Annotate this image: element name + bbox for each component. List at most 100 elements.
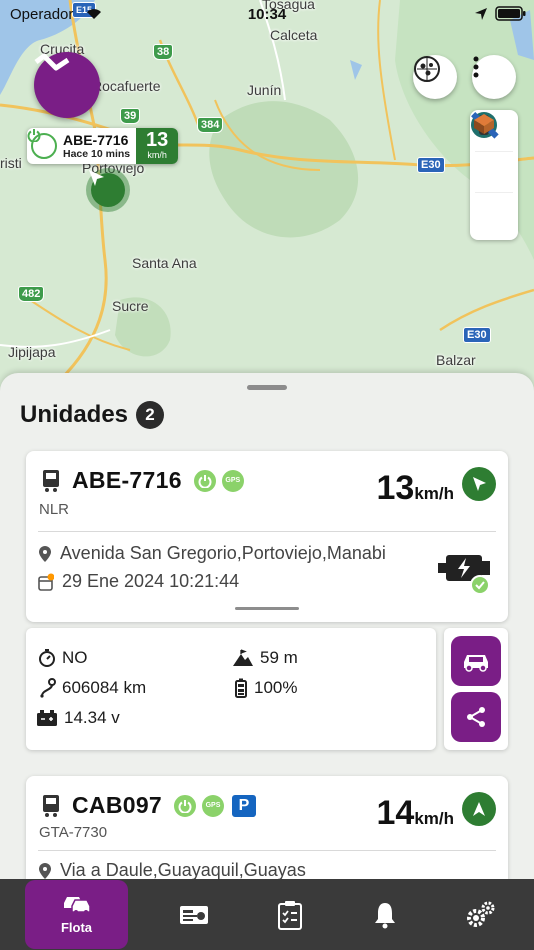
battery-detail: 100% [234,678,297,698]
satellite-layer-button[interactable] [471,112,513,193]
calendar-icon [38,573,54,591]
status-bar: Operador 10:34 [0,0,534,30]
map-place-label: Santa Ana [132,255,197,271]
unit-address: Avenida San Gregorio,Portoviejo,Manabi [60,543,386,563]
map-tag-speed: 13 km/h [136,128,179,164]
unit-plate: CAB097 [72,792,163,818]
ignition-detail: NO [38,648,88,668]
unit-address-row: Via a Daule,Guayaquil,Guayas [38,860,306,881]
divider [38,850,496,851]
map-tag-speed-value: 13 [146,129,169,151]
unit-speed-value: 14 [376,794,415,832]
voltage-value: 14.34 v [64,708,120,727]
unit-details-card: NO 606084 km 14.34 v 59 m 100% [26,628,436,750]
map-layer-panel [470,110,518,240]
car-battery-icon [37,710,57,726]
altitude-value: 59 m [260,648,298,667]
clock: 10:34 [247,6,287,23]
heading-arrow-icon [462,792,496,826]
unit-speed-value: 13 [376,469,415,507]
unit-subtitle: NLR [39,501,70,518]
battery-value: 100% [254,678,298,697]
divider [38,531,496,532]
vehicle-map-marker[interactable] [86,168,130,212]
units-count-badge: 2 [136,401,165,429]
unit-actions [444,628,508,750]
unit-card-header: CAB097 GPS P [40,792,257,819]
sheet-title: Unidades [20,401,129,428]
altitude-detail: 59 m [232,648,298,668]
engine-status-icon [438,555,490,595]
more-options-button[interactable] [472,55,516,99]
map-tag-speed-unit: km/h [147,150,167,160]
map-place-label: Balzar [436,352,476,368]
unit-address: Via a Daule,Guayaquil,Guayas [60,860,306,880]
geofence-button[interactable] [413,55,457,99]
route-shield: E30 [463,327,491,343]
gears-icon [466,901,494,927]
terrain-layer-button[interactable] [474,114,513,234]
brand-logo-button[interactable] [34,52,100,118]
terrain-layers-icon [474,114,494,134]
card-expand-grip[interactable] [235,607,299,610]
unit-speed-unit: km/h [414,484,454,503]
vehicle-map-tag[interactable]: ABE-7716 Hace 10 mins 13 km/h [27,128,179,164]
share-icon [467,707,485,727]
ignition-on-icon [193,469,216,492]
brand-logo-icon [34,53,70,71]
map-place-label: Sucre [112,298,149,314]
clipboard-checklist-icon [277,900,302,930]
odometer-route-icon [40,678,56,698]
location-arrow-icon [475,8,487,20]
stopwatch-icon [39,649,55,667]
fleet-cars-icon [63,897,91,914]
route-shield: 39 [120,108,141,124]
ignition-value: NO [62,648,88,667]
nav-tasks[interactable] [238,879,341,950]
more-vertical-icon [473,56,479,78]
unit-speed: 14km/h [376,794,454,833]
car-icon [464,655,488,672]
heading-arrow-icon [89,170,104,186]
bottom-nav: Flota [0,879,534,950]
nav-reports[interactable] [142,879,245,950]
voltage-detail: 14.34 v [36,708,120,728]
share-button[interactable] [451,692,501,742]
gps-status-icon: GPS [202,794,225,817]
map-place-label: Junín [247,82,282,98]
nav-settings[interactable] [428,879,531,950]
sheet-drag-handle[interactable] [247,385,287,390]
sheet-header: Unidades 2 [20,401,165,429]
map-pin-icon [39,862,51,879]
nav-notifications[interactable] [333,879,436,950]
map-place-label: Jipijapa [8,344,56,360]
gps-status-icon: GPS [221,469,244,492]
truck-icon [43,794,59,817]
nav-fleet[interactable]: Flota [25,880,128,949]
app-screen: Tosagua Crucita Rocafuerte Calceta Junín… [0,0,534,950]
mountain-altitude-icon [233,649,253,666]
unit-speed-unit: km/h [414,809,454,828]
heading-arrow-icon [462,467,496,501]
unit-subtitle: GTA-7730 [39,824,108,841]
truck-icon [43,469,59,492]
ignition-on-icon [174,794,197,817]
map-place-label: Rocafuerte [92,78,161,94]
vehicle-detail-button[interactable] [451,636,501,686]
unit-card[interactable]: ABE-7716 GPS 13km/h NLR Avenida San Greg… [26,451,508,622]
parking-badge: P [232,794,257,817]
bell-icon [374,902,395,928]
map-tag-plate: ABE-7716 [63,131,129,148]
route-shield: 482 [18,286,45,302]
nav-fleet-label: Flota [60,920,93,935]
report-card-icon [179,905,208,924]
units-bottom-sheet[interactable]: Unidades 2 ABE-7716 GPS 13km/h NLR Aveni… [0,373,534,950]
odometer-detail: 606084 km [38,678,146,698]
ignition-icon [27,129,57,159]
unit-plate: ABE-7716 [72,467,182,493]
map-place-label: risti [0,155,22,171]
battery-level-icon [235,678,247,698]
map-zones-icon [414,56,440,82]
unit-datetime-row: 29 Ene 2024 10:21:44 [38,571,239,592]
map-view[interactable]: Tosagua Crucita Rocafuerte Calceta Junín… [0,0,534,400]
